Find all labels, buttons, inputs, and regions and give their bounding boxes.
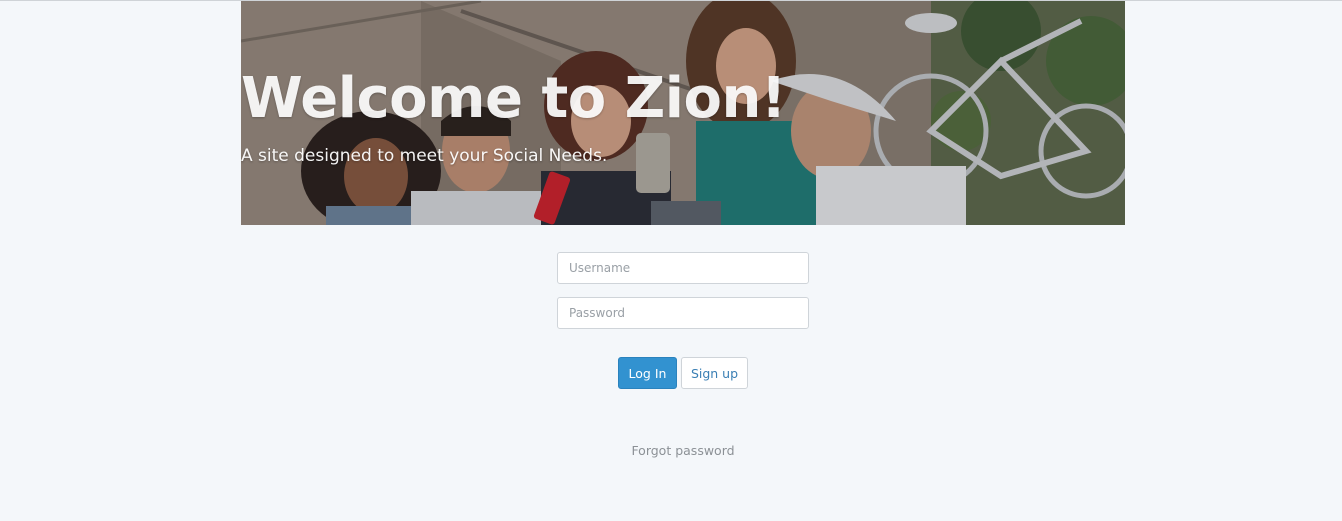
hero-title: Welcome to Zion!: [241, 66, 786, 131]
forgot-password-link[interactable]: Forgot password: [583, 443, 783, 458]
hero-banner: Welcome to Zion! A site designed to meet…: [241, 1, 1125, 225]
signup-button[interactable]: Sign up: [681, 357, 748, 389]
login-button[interactable]: Log In: [618, 357, 677, 389]
username-input[interactable]: [557, 252, 809, 284]
hero-subtitle: A site designed to meet your Social Need…: [241, 146, 608, 166]
password-input[interactable]: [557, 297, 809, 329]
